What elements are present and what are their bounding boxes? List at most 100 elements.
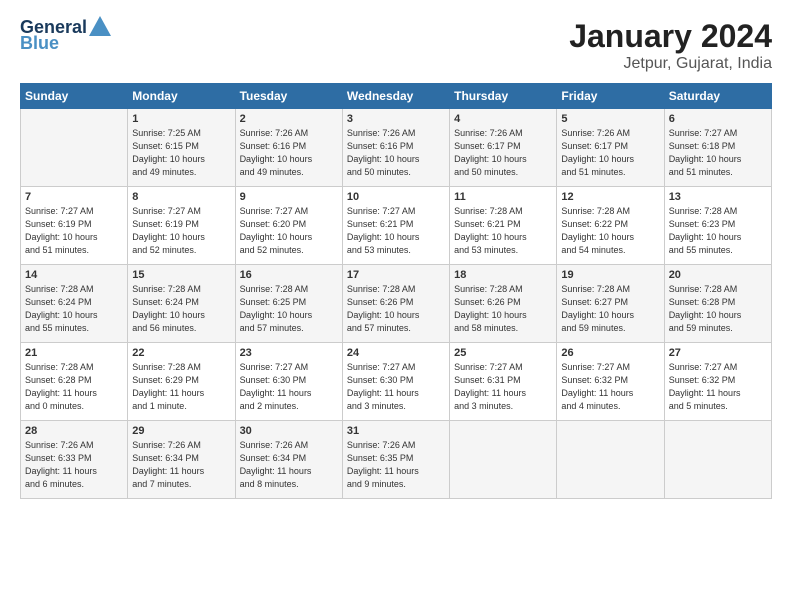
table-row: 11 Sunrise: 7:28 AM Sunset: 6:21 PM Dayli… [450, 187, 557, 265]
day-info: Sunrise: 7:27 AM Sunset: 6:19 PM Dayligh… [132, 205, 230, 257]
day-info: Sunrise: 7:28 AM Sunset: 6:24 PM Dayligh… [25, 283, 123, 335]
day-info: Sunrise: 7:28 AM Sunset: 6:28 PM Dayligh… [25, 361, 123, 413]
day-number: 20 [669, 269, 767, 281]
day-info: Sunrise: 7:26 AM Sunset: 6:35 PM Dayligh… [347, 439, 445, 491]
day-info: Sunrise: 7:28 AM Sunset: 6:22 PM Dayligh… [561, 205, 659, 257]
day-number: 13 [669, 191, 767, 203]
col-monday: Monday [128, 84, 235, 109]
day-number: 22 [132, 347, 230, 359]
day-number: 5 [561, 113, 659, 125]
day-number: 18 [454, 269, 552, 281]
day-number: 19 [561, 269, 659, 281]
day-number: 23 [240, 347, 338, 359]
calendar-table: Sunday Monday Tuesday Wednesday Thursday… [20, 83, 772, 499]
table-row [450, 421, 557, 499]
day-info: Sunrise: 7:28 AM Sunset: 6:28 PM Dayligh… [669, 283, 767, 335]
table-row: 21 Sunrise: 7:28 AM Sunset: 6:28 PM Dayli… [21, 343, 128, 421]
day-number: 27 [669, 347, 767, 359]
day-info: Sunrise: 7:28 AM Sunset: 6:26 PM Dayligh… [454, 283, 552, 335]
day-info: Sunrise: 7:26 AM Sunset: 6:34 PM Dayligh… [240, 439, 338, 491]
day-number: 21 [25, 347, 123, 359]
table-row: 1Sunrise: 7:25 AM Sunset: 6:15 PM Daylig… [128, 109, 235, 187]
table-row: 13 Sunrise: 7:28 AM Sunset: 6:23 PM Dayli… [664, 187, 771, 265]
day-info: Sunrise: 7:26 AM Sunset: 6:33 PM Dayligh… [25, 439, 123, 491]
day-info: Sunrise: 7:27 AM Sunset: 6:30 PM Dayligh… [240, 361, 338, 413]
table-row: 17 Sunrise: 7:28 AM Sunset: 6:26 PM Dayli… [342, 265, 449, 343]
day-number: 28 [25, 425, 123, 437]
day-number: 14 [25, 269, 123, 281]
day-info: Sunrise: 7:27 AM Sunset: 6:19 PM Dayligh… [25, 205, 123, 257]
calendar-title: January 2024 [569, 18, 772, 55]
table-row: 4 Sunrise: 7:26 AM Sunset: 6:17 PM Daylig… [450, 109, 557, 187]
logo-text-line2: Blue [20, 34, 59, 54]
col-saturday: Saturday [664, 84, 771, 109]
day-info: Sunrise: 7:28 AM Sunset: 6:26 PM Dayligh… [347, 283, 445, 335]
day-number: 15 [132, 269, 230, 281]
page: General Blue January 2024 Jetpur, Gujara… [0, 0, 792, 612]
day-info: Sunrise: 7:28 AM Sunset: 6:23 PM Dayligh… [669, 205, 767, 257]
day-info: Sunrise: 7:28 AM Sunset: 6:21 PM Dayligh… [454, 205, 552, 257]
day-number: 30 [240, 425, 338, 437]
col-sunday: Sunday [21, 84, 128, 109]
table-row: 14 Sunrise: 7:28 AM Sunset: 6:24 PM Dayli… [21, 265, 128, 343]
day-info: Sunrise: 7:27 AM Sunset: 6:32 PM Dayligh… [669, 361, 767, 413]
table-row: 27 Sunrise: 7:27 AM Sunset: 6:32 PM Dayli… [664, 343, 771, 421]
table-row: 31 Sunrise: 7:26 AM Sunset: 6:35 PM Dayli… [342, 421, 449, 499]
calendar-week-row: 28 Sunrise: 7:26 AM Sunset: 6:33 PM Dayli… [21, 421, 772, 499]
day-number: 12 [561, 191, 659, 203]
day-info: Sunrise: 7:27 AM Sunset: 6:32 PM Dayligh… [561, 361, 659, 413]
table-row [21, 109, 128, 187]
table-row: 9 Sunrise: 7:27 AM Sunset: 6:20 PM Daylig… [235, 187, 342, 265]
day-info: Sunrise: 7:27 AM Sunset: 6:18 PM Dayligh… [669, 127, 767, 179]
day-number: 10 [347, 191, 445, 203]
table-row: 7 Sunrise: 7:27 AM Sunset: 6:19 PM Daylig… [21, 187, 128, 265]
day-number: 31 [347, 425, 445, 437]
day-info: Sunrise: 7:28 AM Sunset: 6:25 PM Dayligh… [240, 283, 338, 335]
table-row: 8 Sunrise: 7:27 AM Sunset: 6:19 PM Daylig… [128, 187, 235, 265]
day-number: 7 [25, 191, 123, 203]
col-friday: Friday [557, 84, 664, 109]
day-info: Sunrise: 7:27 AM Sunset: 6:21 PM Dayligh… [347, 205, 445, 257]
day-info: Sunrise: 7:27 AM Sunset: 6:20 PM Dayligh… [240, 205, 338, 257]
day-number: 11 [454, 191, 552, 203]
table-row: 18 Sunrise: 7:28 AM Sunset: 6:26 PM Dayli… [450, 265, 557, 343]
table-row: 20 Sunrise: 7:28 AM Sunset: 6:28 PM Dayli… [664, 265, 771, 343]
day-info: Sunrise: 7:25 AM Sunset: 6:15 PM Dayligh… [132, 127, 230, 179]
table-row: 25 Sunrise: 7:27 AM Sunset: 6:31 PM Dayli… [450, 343, 557, 421]
table-row: 19 Sunrise: 7:28 AM Sunset: 6:27 PM Dayli… [557, 265, 664, 343]
day-info: Sunrise: 7:28 AM Sunset: 6:27 PM Dayligh… [561, 283, 659, 335]
col-tuesday: Tuesday [235, 84, 342, 109]
table-row: 2Sunrise: 7:26 AM Sunset: 6:16 PM Daylig… [235, 109, 342, 187]
day-info: Sunrise: 7:28 AM Sunset: 6:24 PM Dayligh… [132, 283, 230, 335]
day-number: 9 [240, 191, 338, 203]
table-row: 26 Sunrise: 7:27 AM Sunset: 6:32 PM Dayli… [557, 343, 664, 421]
day-number: 8 [132, 191, 230, 203]
table-row: 29 Sunrise: 7:26 AM Sunset: 6:34 PM Dayli… [128, 421, 235, 499]
day-number: 24 [347, 347, 445, 359]
calendar-week-row: 1Sunrise: 7:25 AM Sunset: 6:15 PM Daylig… [21, 109, 772, 187]
table-row: 3Sunrise: 7:26 AM Sunset: 6:16 PM Daylig… [342, 109, 449, 187]
day-info: Sunrise: 7:26 AM Sunset: 6:17 PM Dayligh… [454, 127, 552, 179]
day-info: Sunrise: 7:26 AM Sunset: 6:16 PM Dayligh… [347, 127, 445, 179]
day-info: Sunrise: 7:26 AM Sunset: 6:34 PM Dayligh… [132, 439, 230, 491]
col-wednesday: Wednesday [342, 84, 449, 109]
day-info: Sunrise: 7:27 AM Sunset: 6:31 PM Dayligh… [454, 361, 552, 413]
day-info: Sunrise: 7:26 AM Sunset: 6:17 PM Dayligh… [561, 127, 659, 179]
table-row [557, 421, 664, 499]
header: General Blue January 2024 Jetpur, Gujara… [20, 18, 772, 73]
col-thursday: Thursday [450, 84, 557, 109]
day-number: 2 [240, 113, 338, 125]
calendar-week-row: 7 Sunrise: 7:27 AM Sunset: 6:19 PM Daylig… [21, 187, 772, 265]
day-number: 26 [561, 347, 659, 359]
day-number: 25 [454, 347, 552, 359]
table-row: 23 Sunrise: 7:27 AM Sunset: 6:30 PM Dayli… [235, 343, 342, 421]
day-number: 29 [132, 425, 230, 437]
table-row: 28 Sunrise: 7:26 AM Sunset: 6:33 PM Dayli… [21, 421, 128, 499]
table-row [664, 421, 771, 499]
calendar-week-row: 14 Sunrise: 7:28 AM Sunset: 6:24 PM Dayli… [21, 265, 772, 343]
day-number: 17 [347, 269, 445, 281]
table-row: 24Sunrise: 7:27 AM Sunset: 6:30 PM Dayli… [342, 343, 449, 421]
table-row: 5 Sunrise: 7:26 AM Sunset: 6:17 PM Daylig… [557, 109, 664, 187]
day-number: 4 [454, 113, 552, 125]
table-row: 6Sunrise: 7:27 AM Sunset: 6:18 PM Daylig… [664, 109, 771, 187]
